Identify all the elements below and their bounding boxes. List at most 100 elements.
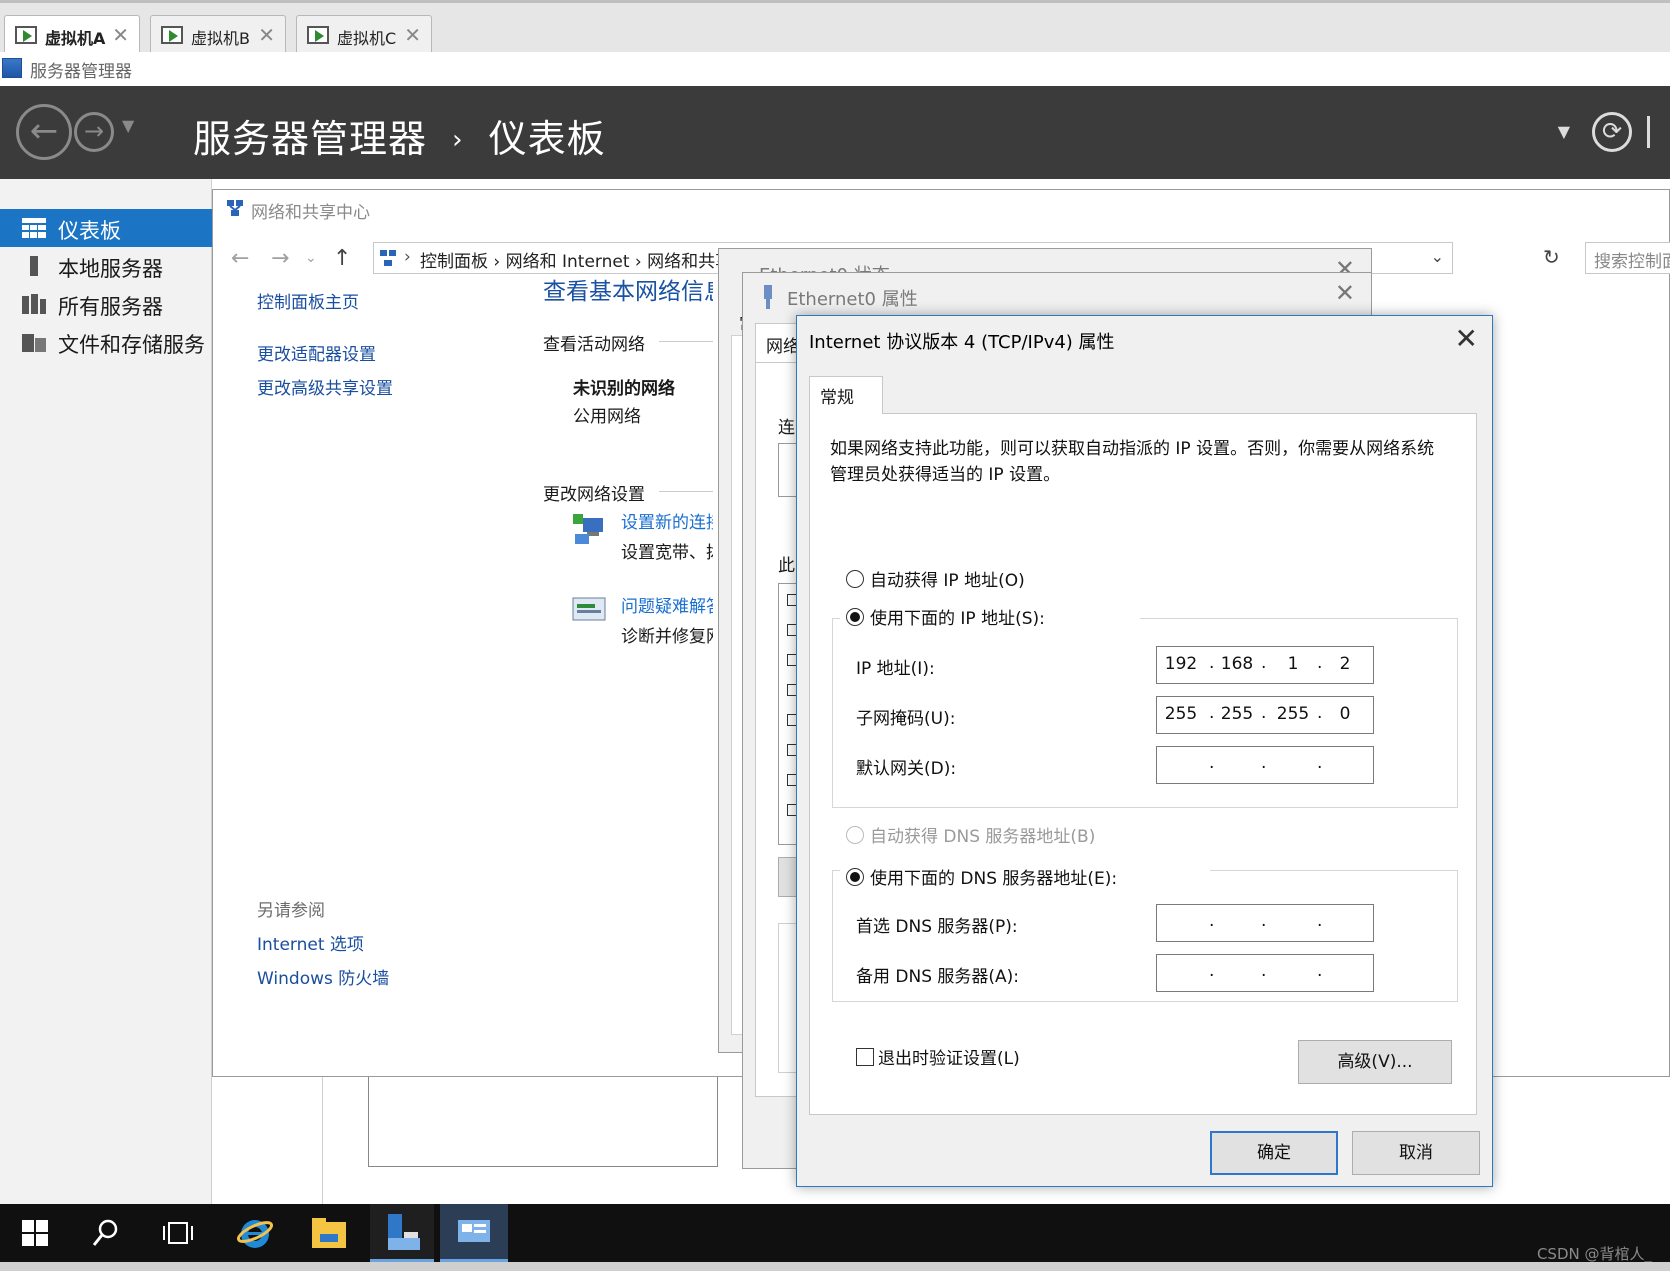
ip-address-input[interactable]: 192 . 168 . 1 . 2: [1156, 646, 1374, 684]
network-icon: [227, 200, 243, 216]
vm-tab-a[interactable]: 虚拟机A ✕: [4, 15, 140, 56]
sidebar-item-file-storage[interactable]: 文件和存储服务: [0, 323, 212, 361]
ip-octet: 1: [1287, 654, 1299, 674]
vm-icon: [15, 26, 37, 44]
server-manager-icon: [388, 1214, 420, 1250]
change-advanced-sharing-link[interactable]: 更改高级共享设置: [257, 374, 393, 399]
history-dropdown-icon[interactable]: ▼: [122, 116, 134, 135]
window-title: 网络和共享中心: [251, 203, 370, 223]
refresh-icon[interactable]: ↻: [1543, 245, 1560, 269]
divider: [659, 491, 713, 492]
refresh-icon[interactable]: ⟳: [1592, 112, 1632, 152]
internet-explorer-button[interactable]: [222, 1204, 286, 1262]
manual-dns-radio[interactable]: [846, 868, 864, 886]
sidebar-item-label: 所有服务器: [58, 295, 163, 319]
network-icon: [380, 250, 396, 266]
back-arrow-icon[interactable]: ←: [231, 246, 249, 271]
sidebar-item-dashboard[interactable]: 仪表板: [0, 209, 212, 247]
vm-tab-strip: 虚拟机A ✕ 虚拟机B ✕ 虚拟机C ✕: [0, 0, 1670, 56]
server-manager-icon: [2, 58, 22, 78]
server-manager-taskbar-button[interactable]: [370, 1204, 434, 1262]
preferred-dns-input[interactable]: . . .: [1156, 904, 1374, 942]
ip-dot: .: [1209, 911, 1215, 931]
divider: [659, 341, 713, 342]
sidebar: 仪表板 本地服务器 所有服务器 文件和存储服务: [0, 179, 212, 1204]
close-icon[interactable]: ✕: [404, 23, 421, 47]
description-text: 如果网络支持此功能，则可以获取自动指派的 IP 设置。否则，你需要从网络系统管理…: [830, 439, 1435, 485]
troubleshoot-link[interactable]: 问题疑难解答: [621, 592, 713, 617]
vm-tab-label: 虚拟机C: [337, 29, 397, 48]
search-button[interactable]: [74, 1204, 138, 1262]
validate-label: 退出时验证设置(L): [878, 1049, 1020, 1069]
manual-ip-radio[interactable]: [846, 608, 864, 626]
tab-general[interactable]: 常规: [809, 376, 883, 414]
ip-dot: .: [1317, 911, 1323, 931]
ip-dot: .: [1317, 961, 1323, 981]
vm-icon: [307, 26, 329, 44]
close-icon[interactable]: ✕: [258, 23, 275, 47]
vm-tab-c[interactable]: 虚拟机C ✕: [296, 15, 432, 55]
gateway-label: 默认网关(D):: [856, 759, 957, 779]
ip-octet: 0: [1339, 704, 1351, 724]
manual-dns-label: 使用下面的 DNS 服务器地址(E):: [870, 869, 1118, 889]
task-view-icon: [163, 1222, 193, 1244]
preferred-dns-label: 首选 DNS 服务器(P):: [856, 917, 1018, 937]
forward-arrow-icon[interactable]: →: [271, 246, 289, 271]
file-explorer-button[interactable]: [296, 1204, 360, 1262]
auto-ip-label: 自动获得 IP 地址(O): [870, 571, 1025, 591]
taskbar: CSDN @背棺人_: [0, 1204, 1670, 1263]
vm-tab-b[interactable]: 虚拟机B ✕: [150, 15, 286, 55]
alternate-dns-input[interactable]: . . .: [1156, 954, 1374, 992]
manual-ip-label: 使用下面的 IP 地址(S):: [870, 609, 1045, 629]
breadcrumb-root: 服务器管理器: [193, 117, 428, 161]
page-heading: 查看基本网络信息并设置连接: [543, 279, 713, 305]
auto-dns-label: 自动获得 DNS 服务器地址(B): [870, 827, 1096, 847]
setup-connection-link[interactable]: 设置新的连接或网络: [621, 508, 713, 533]
items-label: 此: [778, 556, 795, 576]
close-icon[interactable]: ✕: [112, 23, 129, 47]
ip-dot: .: [1261, 911, 1267, 931]
cancel-button[interactable]: 取消: [1352, 1131, 1480, 1175]
ip-dot: .: [1261, 753, 1267, 773]
search-input[interactable]: 搜索控制面板: [1585, 242, 1670, 274]
control-panel-home-link[interactable]: 控制面板主页: [257, 288, 359, 313]
validate-checkbox[interactable]: [856, 1048, 874, 1066]
vm-tab-label: 虚拟机A: [45, 29, 106, 48]
chevron-down-icon[interactable]: ⌄: [1431, 247, 1444, 266]
troubleshoot-icon: [572, 597, 606, 621]
sidebar-item-local-server[interactable]: 本地服务器: [0, 247, 212, 285]
auto-dns-radio[interactable]: [846, 826, 864, 844]
troubleshoot-desc: 诊断并修复网络问题: [621, 627, 713, 647]
internet-options-link[interactable]: Internet 选项: [257, 930, 364, 955]
gateway-input[interactable]: . . .: [1156, 746, 1374, 784]
up-arrow-icon[interactable]: ↑: [333, 246, 351, 271]
ip-dot: .: [1317, 653, 1323, 673]
breadcrumb: 服务器管理器 › 仪表板: [193, 108, 606, 163]
back-arrow-icon[interactable]: ←: [16, 104, 72, 160]
ip-dot: .: [1261, 703, 1267, 723]
change-adapter-settings-link[interactable]: 更改适配器设置: [257, 340, 376, 365]
task-view-button[interactable]: [146, 1204, 210, 1262]
close-icon[interactable]: ✕: [1335, 279, 1355, 307]
subnet-mask-input[interactable]: 255 . 255 . 255 . 0: [1156, 696, 1374, 734]
start-button[interactable]: [4, 1204, 68, 1262]
windows-firewall-link[interactable]: Windows 防火墙: [257, 964, 389, 989]
close-icon[interactable]: ✕: [1455, 322, 1478, 355]
sidebar-item-label: 文件和存储服务: [58, 333, 205, 357]
ip-dot: .: [1317, 703, 1323, 723]
ok-button[interactable]: 确定: [1210, 1131, 1338, 1175]
forward-arrow-icon[interactable]: →: [74, 112, 114, 152]
ip-octet: 255: [1164, 704, 1198, 724]
advanced-button[interactable]: 高级(V)...: [1298, 1040, 1452, 1084]
auto-ip-radio[interactable]: [846, 570, 864, 588]
ip-octet: 192: [1164, 654, 1198, 674]
chevron-down-icon[interactable]: ⌄: [305, 250, 317, 266]
tab-label: 网络: [766, 337, 800, 357]
server-icon: [30, 256, 38, 276]
setup-connection-desc: 设置宽带、拨号或 VPN 连接: [621, 543, 713, 563]
see-also-heading: 另请参阅: [257, 901, 325, 921]
connect-using-label: 连: [778, 418, 795, 438]
sidebar-item-all-servers[interactable]: 所有服务器: [0, 285, 212, 323]
control-panel-taskbar-button[interactable]: [440, 1204, 508, 1262]
chevron-down-icon[interactable]: ▼: [1558, 122, 1570, 141]
